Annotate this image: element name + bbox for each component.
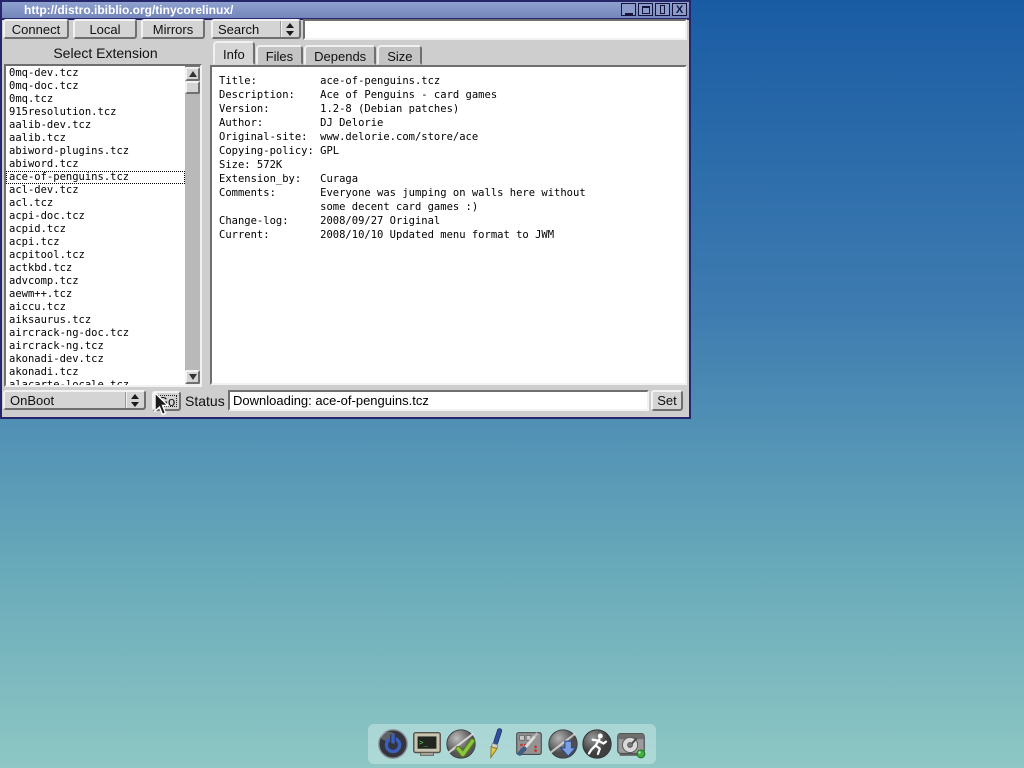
dock: >_	[368, 724, 656, 764]
package-list-box: 0mq-dev.tcz0mq-doc.tcz0mq.tcz915resoluti…	[4, 64, 202, 387]
tab-info[interactable]: Info	[213, 41, 255, 65]
list-item[interactable]: acpitool.tcz	[6, 249, 185, 262]
mount-icon[interactable]	[614, 726, 648, 762]
local-button[interactable]: Local	[73, 19, 137, 39]
scroll-up-icon	[189, 71, 197, 77]
run-icon[interactable]	[580, 726, 614, 762]
maximize-button[interactable]	[638, 3, 653, 16]
list-item[interactable]: akonadi-dev.tcz	[6, 353, 185, 366]
list-item[interactable]: abiword-plugins.tcz	[6, 145, 185, 158]
list-item[interactable]: 915resolution.tcz	[6, 106, 185, 119]
scrollbar-thumb[interactable]	[185, 81, 200, 94]
select-extension-label: Select Extension	[2, 43, 209, 63]
info-line: Extension_by: Curaga	[219, 172, 685, 186]
status-input[interactable]	[228, 390, 649, 411]
close-button[interactable]: X	[672, 3, 687, 16]
list-item[interactable]: actkbd.tcz	[6, 262, 185, 275]
terminal-icon[interactable]: >_	[410, 726, 444, 762]
list-item[interactable]: aiksaurus.tcz	[6, 314, 185, 327]
info-line: Change-log: 2008/09/27 Original	[219, 214, 685, 228]
list-item[interactable]: advcomp.tcz	[6, 275, 185, 288]
tab-files[interactable]: Files	[256, 45, 303, 65]
list-scrollbar[interactable]	[185, 66, 200, 385]
desktop: { "window": { "title": "http://distro.ib…	[0, 0, 1024, 768]
list-item[interactable]: acpi-doc.tcz	[6, 210, 185, 223]
info-line: Title: ace-of-penguins.tcz	[219, 74, 685, 88]
package-list[interactable]: 0mq-dev.tcz0mq-doc.tcz0mq.tcz915resoluti…	[6, 66, 185, 385]
list-item[interactable]: acpi.tcz	[6, 236, 185, 249]
info-line: Author: DJ Delorie	[219, 116, 685, 130]
set-button[interactable]: Set	[651, 390, 683, 411]
list-item[interactable]: acl-dev.tcz	[6, 184, 185, 197]
list-item[interactable]: aircrack-ng-doc.tcz	[6, 327, 185, 340]
mirrors-button[interactable]: Mirrors	[141, 19, 205, 39]
info-line: Original-site: www.delorie.com/store/ace	[219, 130, 685, 144]
power-icon[interactable]	[376, 726, 410, 762]
minimize-button[interactable]	[621, 3, 636, 16]
info-line: Comments: Everyone was jumping on walls …	[219, 186, 685, 200]
info-line: Copying-policy: GPL	[219, 144, 685, 158]
svg-text:>_: >_	[419, 738, 429, 747]
list-item[interactable]: acl.tcz	[6, 197, 185, 210]
list-item[interactable]: aalib.tcz	[6, 132, 185, 145]
window-titlebar[interactable]: http://distro.ibiblio.org/tinycorelinux/…	[2, 2, 689, 20]
list-item[interactable]: 0mq.tcz	[6, 93, 185, 106]
maximize-icon	[642, 6, 650, 14]
info-line: Size: 572K	[219, 158, 685, 172]
tab-depends[interactable]: Depends	[304, 45, 376, 65]
search-dropdown-label: Search	[213, 22, 280, 37]
onboot-dropdown-label: OnBoot	[5, 393, 125, 408]
shade-button[interactable]	[655, 3, 670, 16]
go-button[interactable]: Go	[152, 391, 181, 411]
shade-icon	[660, 5, 665, 14]
list-item[interactable]: alacarte-locale.tcz	[6, 379, 185, 385]
window-title: http://distro.ibiblio.org/tinycorelinux/	[24, 3, 233, 17]
list-item[interactable]: aircrack-ng.tcz	[6, 340, 185, 353]
list-item[interactable]: 0mq-doc.tcz	[6, 80, 185, 93]
window-controls: X	[621, 3, 687, 16]
info-panel: Title: ace-of-penguins.tczDescription: A…	[210, 65, 687, 385]
onboot-dropdown[interactable]: OnBoot	[3, 390, 146, 410]
tab-size[interactable]: Size	[377, 45, 422, 65]
close-icon: X	[676, 5, 683, 15]
list-item[interactable]: acpid.tcz	[6, 223, 185, 236]
info-line: some decent card games :)	[219, 200, 685, 214]
info-line: Current: 2008/10/10 Updated menu format …	[219, 228, 685, 242]
minimize-icon	[625, 5, 633, 15]
list-item[interactable]: aiccu.tcz	[6, 301, 185, 314]
connect-button[interactable]: Connect	[3, 19, 69, 39]
list-item[interactable]: aewm++.tcz	[6, 288, 185, 301]
list-item[interactable]: aalib-dev.tcz	[6, 119, 185, 132]
scroll-up-button[interactable]	[185, 67, 200, 81]
search-input[interactable]	[303, 19, 687, 40]
info-line: Description: Ace of Penguins - card game…	[219, 88, 685, 102]
list-item[interactable]: 0mq-dev.tcz	[6, 67, 185, 80]
search-dropdown[interactable]: Search	[211, 19, 301, 39]
list-item[interactable]: akonadi.tcz	[6, 366, 185, 379]
dropdown-arrows-icon	[280, 21, 299, 37]
info-line: Version: 1.2-8 (Debian patches)	[219, 102, 685, 116]
scroll-down-icon	[189, 374, 197, 380]
tab-bar: InfoFilesDependsSize	[213, 41, 423, 65]
appbrowser-icon[interactable]	[546, 726, 580, 762]
list-item[interactable]: abiword.tcz	[6, 158, 185, 171]
paint-icon[interactable]	[478, 726, 512, 762]
appbrowser-window: http://distro.ibiblio.org/tinycorelinux/…	[0, 0, 691, 419]
status-label: Status	[185, 391, 225, 411]
scroll-down-button[interactable]	[185, 370, 200, 384]
cpanel-icon[interactable]	[444, 726, 478, 762]
dropdown-arrows-icon	[125, 392, 144, 408]
list-item[interactable]: ace-of-penguins.tcz	[6, 171, 185, 184]
controlpanel-icon[interactable]	[512, 726, 546, 762]
